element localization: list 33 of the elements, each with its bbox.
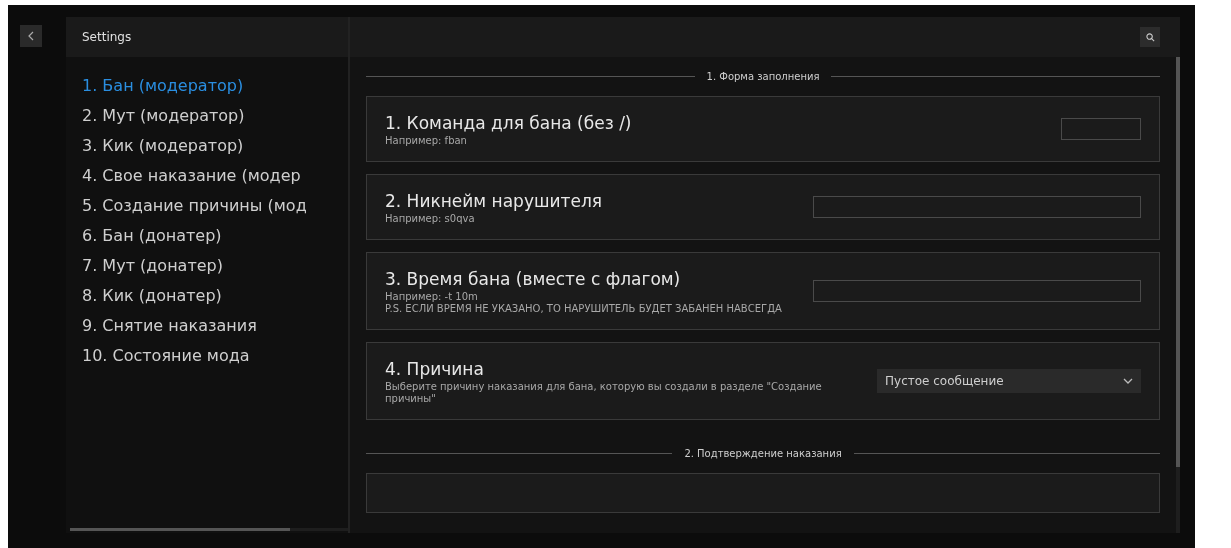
sidebar-item[interactable]: 8. Кик (донатер)	[82, 284, 348, 308]
setting-title: 2. Никнейм нарушителя	[385, 190, 603, 213]
sidebar-item[interactable]: 3. Кик (модератор)	[82, 134, 348, 158]
sidebar-item[interactable]: 1. Бан (модератор)	[82, 74, 348, 98]
sidebar-item[interactable]: 4. Свое наказание (модер	[82, 164, 348, 188]
setting-hint: Например: -t 10m	[385, 291, 479, 303]
sidebar-item[interactable]: 10. Состояние мода	[82, 344, 348, 368]
input-field[interactable]	[813, 196, 1141, 218]
chevron-left-icon	[28, 31, 34, 41]
setting-hint: Например: fban	[385, 135, 468, 147]
setting-title: 3. Время бана (вместе с флагом)	[385, 268, 682, 291]
input-field[interactable]	[1061, 118, 1141, 140]
section-heading: 2. Подтверждение наказания	[684, 447, 842, 461]
setting-title: 4. Причина	[385, 358, 485, 381]
scrollbar-thumb[interactable]	[70, 528, 290, 531]
search-icon	[1145, 32, 1155, 42]
search-button[interactable]	[1140, 27, 1160, 47]
sidebar-item[interactable]: 6. Бан (донатер)	[82, 224, 348, 248]
reason-dropdown[interactable]: Пустое сообщение	[877, 369, 1141, 393]
setting-title: 1. Команда для бана (без /)	[385, 112, 633, 135]
setting-hint: P.S. ЕСЛИ ВРЕМЯ НЕ УКАЗАНО, ТО НАРУШИТЕЛЬ БУДЕТ ЗАБАНЕН НАВСЕГДА	[385, 303, 783, 315]
sidebar-item[interactable]: 2. Мут (модератор)	[82, 104, 348, 128]
section-heading: 1. Форма заполнения	[706, 70, 820, 84]
input-field[interactable]	[813, 280, 1141, 302]
sidebar-item[interactable]: 9. Снятие наказания	[82, 314, 348, 338]
setting-hint: Например: s0qva	[385, 213, 476, 225]
chevron-down-icon	[1123, 378, 1133, 384]
sidebar-item[interactable]: 7. Мут (донатер)	[82, 254, 348, 278]
scrollbar-thumb[interactable]	[1176, 57, 1180, 467]
back-button[interactable]	[20, 25, 42, 47]
window-title: Settings	[82, 29, 132, 46]
sidebar-item[interactable]: 5. Создание причины (мод	[82, 194, 348, 218]
setting-hint: Выберите причину наказания для бана, которую вы создали в разделе "Создание причины"	[385, 381, 823, 405]
